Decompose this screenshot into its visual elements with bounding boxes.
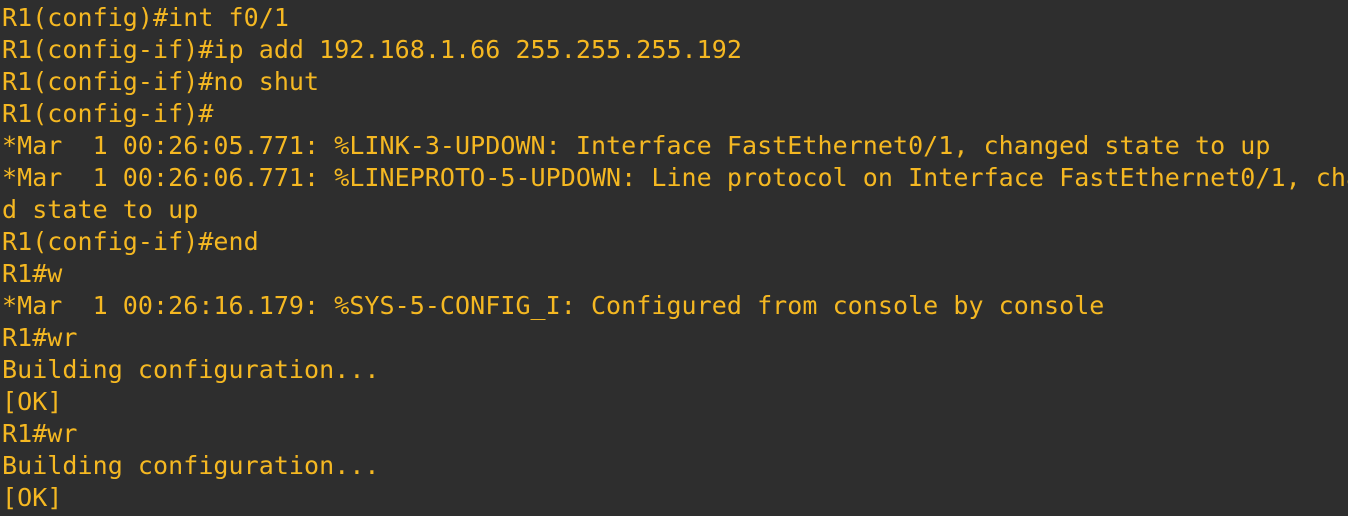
terminal-line: R1(config-if)# xyxy=(2,99,214,128)
terminal-line: [OK] xyxy=(2,483,63,512)
terminal-line: R1#wr xyxy=(2,323,78,352)
terminal-line: R1(config-if)#no shut xyxy=(2,67,320,96)
terminal-line: *Mar 1 00:26:16.179: %SYS-5-CONFIG_I: Co… xyxy=(2,291,1105,320)
terminal-line: d state to up xyxy=(2,195,199,224)
terminal-line: R1(config-if)#end xyxy=(2,227,259,256)
terminal-line: R1(config-if)#ip add 192.168.1.66 255.25… xyxy=(2,35,742,64)
terminal-line: *Mar 1 00:26:05.771: %LINK-3-UPDOWN: Int… xyxy=(2,131,1271,160)
terminal-line: R1#wr xyxy=(2,419,78,448)
terminal-output: R1(config)#int f0/1 R1(config-if)#ip add… xyxy=(2,2,1348,514)
terminal-line: [OK] xyxy=(2,387,63,416)
terminal-window[interactable]: R1(config)#int f0/1 R1(config-if)#ip add… xyxy=(0,0,1348,516)
terminal-line: Building configuration... xyxy=(2,355,380,384)
terminal-line: *Mar 1 00:26:06.771: %LINEPROTO-5-UPDOWN… xyxy=(2,163,1348,192)
terminal-line: R1(config)#int f0/1 xyxy=(2,3,289,32)
terminal-line: Building configuration... xyxy=(2,451,380,480)
terminal-line: R1#w xyxy=(2,259,63,288)
